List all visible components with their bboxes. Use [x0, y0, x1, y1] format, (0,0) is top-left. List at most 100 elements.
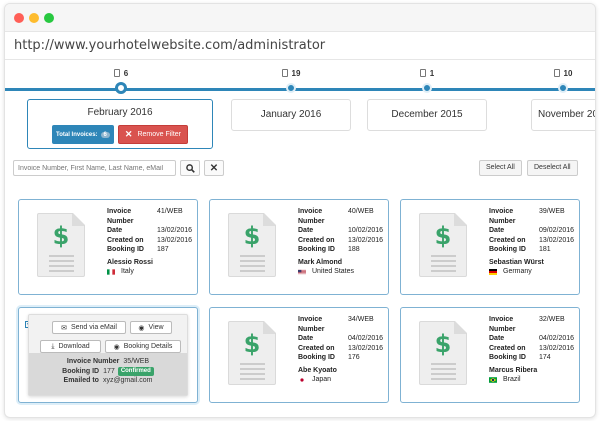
usa-flag-icon — [298, 269, 306, 274]
invoice-number-label: Invoice Number — [489, 208, 516, 225]
document-icon — [281, 69, 288, 77]
timeline-node[interactable] — [422, 83, 432, 93]
booking-id-label: Booking ID — [298, 246, 335, 253]
eye-icon: ◉ — [138, 324, 145, 332]
total-invoices-label: Total Invoices: — [55, 131, 98, 138]
timeline-count: 19 — [231, 67, 351, 79]
invoice-number: 32/WEB — [539, 316, 565, 323]
customer-country: Brazil — [503, 376, 521, 383]
invoice-card-hovered[interactable]: ✓ ✉ Send via eMail ◉ View ⤓ Download ◉ B… — [18, 307, 198, 403]
booking-id-label: Booking ID — [62, 367, 100, 375]
invoice-number-label: Invoice Number — [66, 358, 120, 365]
customer-name: Sebastian Würst — [489, 258, 544, 266]
month-box-february-2016[interactable]: February 2016 Total Invoices: 6 ✕ Remove… — [27, 99, 213, 149]
eye-icon: ◉ — [113, 343, 120, 351]
created-on-label: Created on — [298, 344, 335, 352]
send-via-email-button[interactable]: ✉ Send via eMail — [52, 321, 126, 334]
invoice-info: Invoice Number 40/WEB Date 10/02/2016 Crea… — [298, 207, 383, 277]
invoice-number-label: Invoice Number — [107, 208, 134, 225]
dollar-icon: $ — [243, 330, 261, 358]
booking-details-button[interactable]: ◉ Booking Details — [105, 340, 181, 353]
remove-filter-button[interactable]: ✕ Remove Filter — [117, 125, 189, 144]
timeline-point-february-2016[interactable]: 6 — [61, 67, 181, 94]
booking-id: 181 — [539, 246, 551, 253]
date-label: Date — [298, 227, 314, 234]
invoice-card[interactable]: $ Invoice Number 34/WEB Date 04/02/2016 Cr… — [209, 307, 389, 403]
month-box-january-2016[interactable]: January 2016 — [231, 99, 351, 131]
timeline-point-november-2015[interactable]: 10 — [503, 67, 595, 93]
emailed-to: xyz@gmail.com — [102, 377, 153, 384]
invoice-card[interactable]: $ Invoice Number 32/WEB Date 04/02/2016 Cr… — [400, 307, 580, 403]
envelope-icon: ✉ — [61, 324, 67, 332]
document-icon — [113, 69, 120, 77]
close-window-button[interactable] — [14, 13, 24, 23]
invoice-card[interactable]: $ Invoice Number 40/WEB Date 10/02/2016 Cr… — [209, 199, 389, 295]
invoice-number-label: Invoice Number — [298, 208, 325, 225]
customer-country: Japan — [312, 376, 332, 383]
maximize-window-button[interactable] — [44, 13, 54, 23]
total-invoices-pill: Total Invoices: 6 — [51, 125, 114, 144]
invoice-actions-panel: ✉ Send via eMail ◉ View ⤓ Download ◉ Boo… — [28, 314, 188, 396]
date-label: Date — [489, 335, 505, 342]
month-timeline: 6 19 1 10 February 2016 Total Invoices: … — [5, 61, 595, 149]
japan-flag-icon — [298, 377, 306, 383]
address-bar[interactable]: http://www.yourhotelwebsite.com/administ… — [5, 32, 595, 60]
customer-name: Mark Almond — [298, 258, 343, 266]
customer-country: Germany — [503, 268, 532, 275]
invoice-date: 04/02/2016 — [539, 335, 575, 342]
dollar-icon: $ — [434, 222, 452, 250]
month-box-december-2015[interactable]: December 2015 — [367, 99, 487, 131]
search-button[interactable] — [180, 160, 200, 176]
invoice-document-icon: $ — [419, 321, 467, 385]
invoice-number: 39/WEB — [539, 208, 565, 215]
search-input[interactable] — [13, 160, 176, 176]
invoice-info: Invoice Number 34/WEB Date 04/02/2016 Crea… — [298, 315, 383, 385]
close-icon: ✕ — [209, 162, 219, 174]
customer-country: Italy — [121, 268, 134, 275]
created-on: 13/02/2016 — [539, 236, 575, 244]
germany-flag-icon — [489, 268, 497, 275]
clear-search-button[interactable]: ✕ — [204, 160, 224, 176]
invoice-number-label: Invoice Number — [298, 316, 325, 333]
timeline-node-active[interactable] — [115, 82, 127, 94]
customer-name: Marcus Ribera — [489, 366, 538, 374]
invoice-card[interactable]: $ Invoice Number 39/WEB Date 09/02/2016 Cr… — [400, 199, 580, 295]
invoice-document-icon: $ — [228, 321, 276, 385]
invoice-count: 10 — [563, 68, 573, 78]
invoice-date: 09/02/2016 — [539, 227, 575, 234]
title-bar — [5, 4, 595, 32]
search-icon — [185, 163, 195, 173]
download-button[interactable]: ⤓ Download — [40, 340, 101, 353]
timeline-count: 10 — [503, 67, 595, 79]
deselect-all-button[interactable]: Deselect All — [527, 160, 578, 176]
view-button[interactable]: ◉ View — [130, 321, 172, 334]
minimize-window-button[interactable] — [29, 13, 39, 23]
dollar-icon: $ — [434, 330, 452, 358]
month-box-november-2015[interactable]: November 2015 — [531, 99, 595, 131]
invoice-document-icon: $ — [37, 213, 85, 277]
booking-id: 177 — [103, 367, 115, 375]
timeline-point-december-2015[interactable]: 1 — [367, 67, 487, 93]
booking-id: 176 — [348, 354, 360, 361]
invoice-date: 13/02/2016 — [157, 227, 193, 234]
invoice-document-icon: $ — [228, 213, 276, 277]
emailed-to-label: Emailed to — [63, 377, 99, 384]
created-on: 13/02/2016 — [539, 344, 575, 352]
invoice-number: 41/WEB — [157, 208, 183, 215]
document-icon — [553, 69, 560, 77]
view-label: View — [148, 324, 164, 331]
booking-id: 187 — [157, 246, 169, 253]
timeline-count: 6 — [61, 67, 181, 79]
select-all-button[interactable]: Select All — [479, 160, 522, 176]
invoice-date: 04/02/2016 — [348, 335, 384, 342]
timeline-node[interactable] — [558, 83, 568, 93]
timeline-node[interactable] — [286, 83, 296, 93]
filter-row: Total Invoices: 6 ✕ Remove Filter — [28, 125, 212, 144]
browser-window: http://www.yourhotelwebsite.com/administ… — [4, 3, 596, 418]
created-on-label: Created on — [489, 236, 526, 244]
timeline-point-january-2016[interactable]: 19 — [231, 67, 351, 93]
timeline-count: 1 — [367, 67, 487, 79]
invoice-card[interactable]: $ Invoice Number 41/WEB Date 13/02/2016 Cr… — [18, 199, 198, 295]
invoice-date: 10/02/2016 — [348, 227, 384, 234]
dollar-icon: $ — [52, 222, 70, 250]
